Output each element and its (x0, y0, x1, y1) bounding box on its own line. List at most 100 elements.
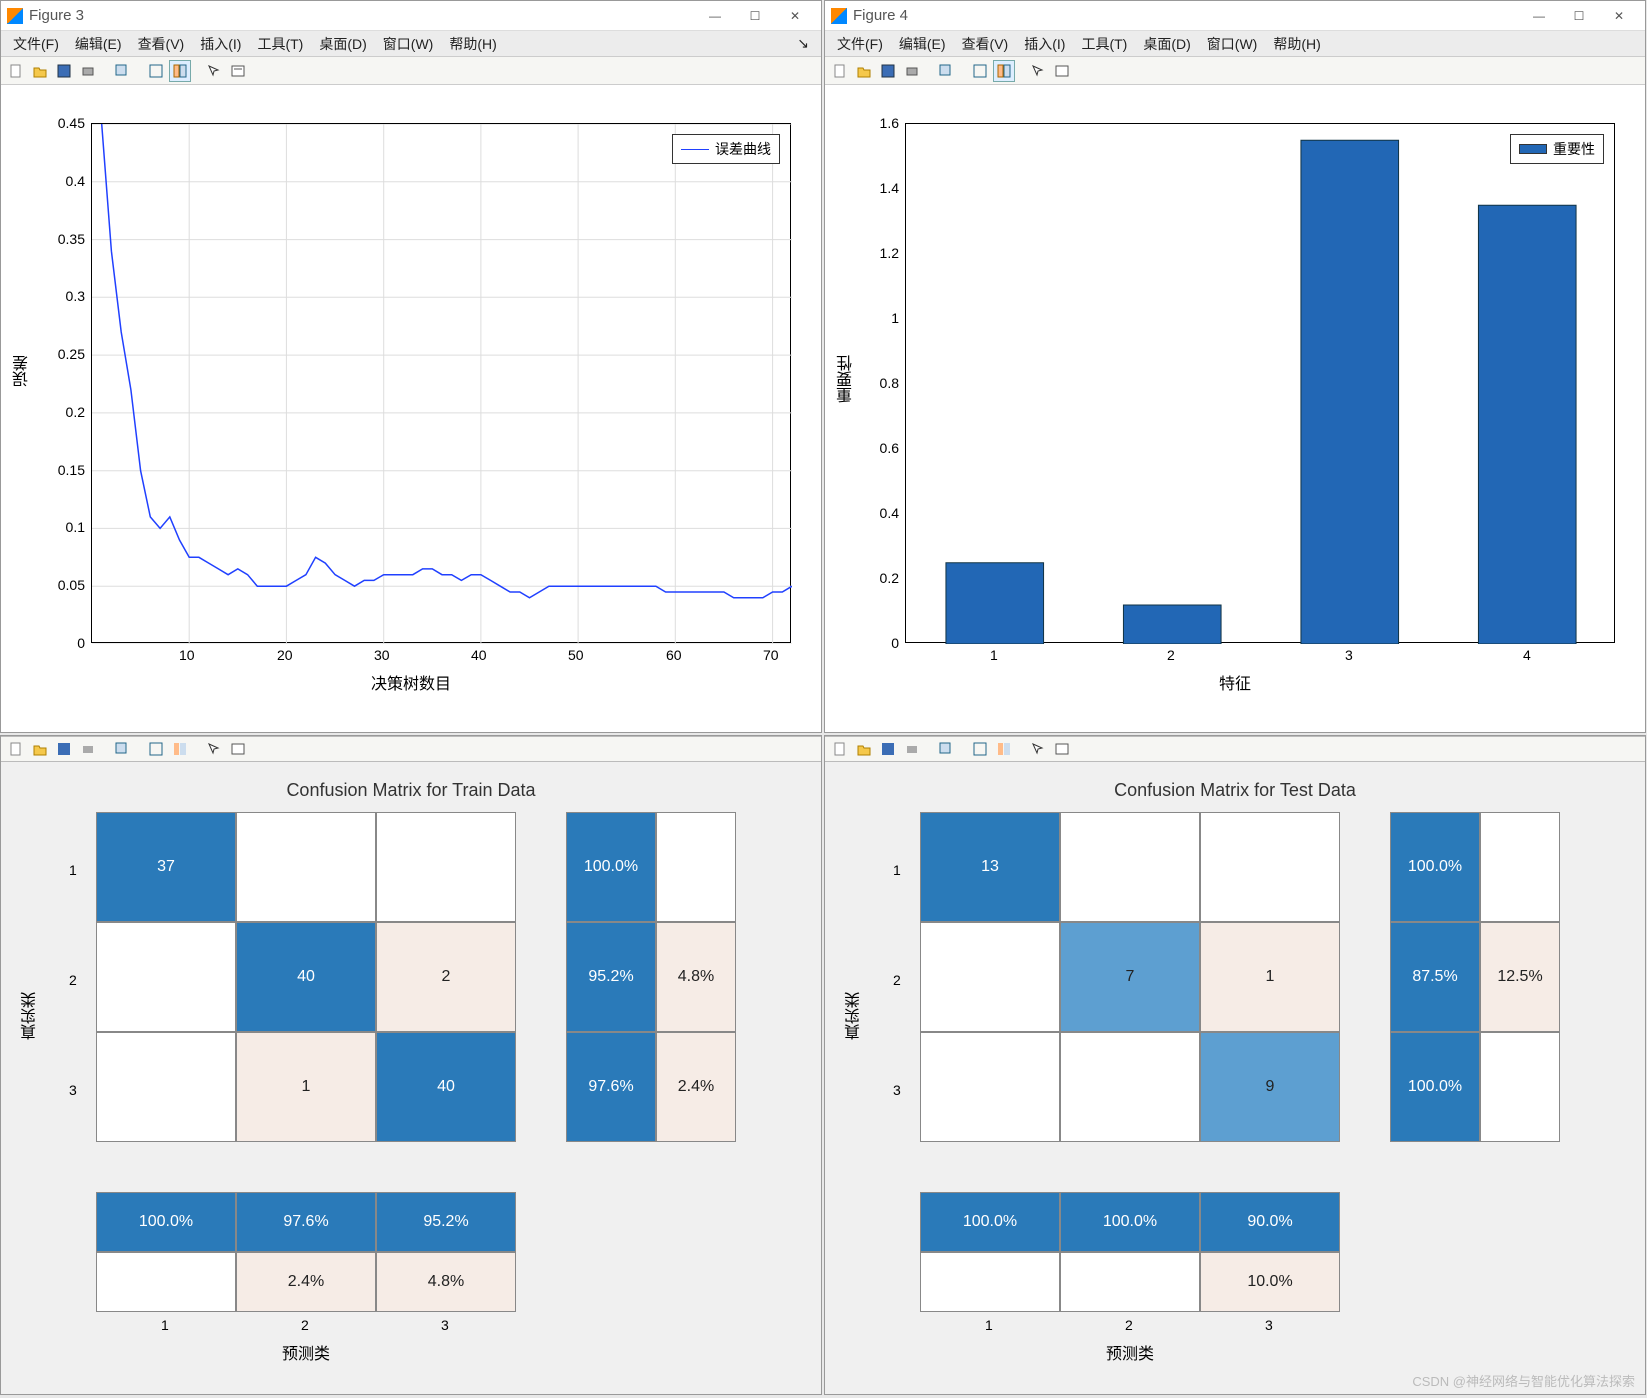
close-button[interactable]: ✕ (1599, 2, 1639, 30)
axes-error[interactable]: 误差曲线 (91, 123, 791, 643)
x-tick: 2 (1167, 647, 1175, 663)
menu-view[interactable]: 查看(V) (954, 34, 1017, 54)
pct (96, 1252, 236, 1312)
new-icon[interactable] (829, 738, 851, 760)
y-axis-label: 真实类 (19, 992, 43, 1040)
menu-insert[interactable]: 插入(I) (192, 34, 249, 54)
menu-help[interactable]: 帮助(H) (441, 34, 504, 54)
y-tick: 0 (869, 635, 899, 651)
open-icon[interactable] (29, 738, 51, 760)
inspect-icon[interactable] (227, 60, 249, 82)
minimize-button[interactable]: — (1519, 2, 1559, 30)
pct: 95.2% (376, 1192, 516, 1252)
confusion-matrix-test: 13 7 1 9 (920, 812, 1340, 1142)
y-tick: 0.8 (869, 375, 899, 391)
cm-cell: 40 (376, 1032, 516, 1142)
legend-error[interactable]: 误差曲线 (672, 134, 780, 164)
menu-file[interactable]: 文件(F) (5, 34, 67, 54)
x-tick-20: 20 (277, 647, 293, 663)
new-icon[interactable] (829, 60, 851, 82)
layout1-icon[interactable] (145, 738, 167, 760)
inspect-icon[interactable] (1051, 738, 1073, 760)
layout1-icon[interactable] (969, 738, 991, 760)
pointer-icon[interactable] (203, 738, 225, 760)
layout2-icon[interactable] (169, 60, 191, 82)
menu-tools[interactable]: 工具(T) (249, 34, 311, 54)
axes-importance[interactable]: 重要性 (905, 123, 1615, 643)
pointer-icon[interactable] (203, 60, 225, 82)
save-icon[interactable] (877, 738, 899, 760)
legend-importance[interactable]: 重要性 (1510, 134, 1604, 164)
print-icon[interactable] (901, 738, 923, 760)
pct: 95.2% (566, 922, 656, 1032)
menu-window[interactable]: 窗口(W) (375, 34, 442, 54)
print-icon[interactable] (77, 60, 99, 82)
inspect-icon[interactable] (1051, 60, 1073, 82)
print-icon[interactable] (901, 60, 923, 82)
pct (656, 812, 736, 922)
pct: 100.0% (96, 1192, 236, 1252)
close-button[interactable]: ✕ (775, 2, 815, 30)
print-icon[interactable] (77, 738, 99, 760)
layout2-icon[interactable] (993, 60, 1015, 82)
chart-title: Confusion Matrix for Test Data (825, 780, 1645, 801)
y-tick: 1.2 (869, 245, 899, 261)
cm-cell: 37 (96, 812, 236, 922)
layout2-icon[interactable] (169, 738, 191, 760)
menu-view[interactable]: 查看(V) (130, 34, 193, 54)
x-axis-label: 预测类 (96, 1340, 516, 1364)
menu-tools[interactable]: 工具(T) (1073, 34, 1135, 54)
row-percent-test: 100.0% 87.5% 12.5% 100.0% (1390, 812, 1560, 1142)
y-tick-0.2: 0.2 (51, 404, 85, 420)
copy-figure-icon[interactable] (935, 738, 957, 760)
x-tick-70: 70 (763, 647, 779, 663)
pct: 100.0% (1390, 812, 1480, 922)
layout2-icon[interactable] (993, 738, 1015, 760)
menu-desktop[interactable]: 桌面(D) (311, 34, 374, 54)
menu-file[interactable]: 文件(F) (829, 34, 891, 54)
menu-edit[interactable]: 编辑(E) (891, 34, 954, 54)
menu-window[interactable]: 窗口(W) (1199, 34, 1266, 54)
menu-edit[interactable]: 编辑(E) (67, 34, 130, 54)
layout1-icon[interactable] (969, 60, 991, 82)
y-tick: 0.6 (869, 440, 899, 456)
x-tick-40: 40 (471, 647, 487, 663)
layout1-icon[interactable] (145, 60, 167, 82)
inspect-icon[interactable] (227, 738, 249, 760)
titlebar[interactable]: Figure 3 — ☐ ✕ (1, 1, 821, 31)
pointer-icon[interactable] (1027, 60, 1049, 82)
cm-cell: 2 (376, 922, 516, 1032)
maximize-button[interactable]: ☐ (1559, 2, 1599, 30)
y-tick-0.4: 0.4 (51, 173, 85, 189)
x-tick: 3 (1345, 647, 1353, 663)
maximize-button[interactable]: ☐ (735, 2, 775, 30)
y-tick-0: 0 (51, 635, 85, 651)
save-icon[interactable] (53, 738, 75, 760)
col-label: 1 (985, 1317, 993, 1333)
new-icon[interactable] (5, 60, 27, 82)
save-icon[interactable] (877, 60, 899, 82)
col-label: 1 (161, 1317, 169, 1333)
y-axis-label: 重要性 (835, 355, 859, 403)
copy-figure-icon[interactable] (111, 738, 133, 760)
pct: 100.0% (1390, 1032, 1480, 1142)
cm-cell: 1 (236, 1032, 376, 1142)
copy-figure-icon[interactable] (935, 60, 957, 82)
y-tick-0.35: 0.35 (51, 231, 85, 247)
menu-overflow-icon[interactable]: ↘ (789, 35, 817, 52)
y-axis-label: 误差 (11, 355, 35, 387)
menu-help[interactable]: 帮助(H) (1265, 34, 1328, 54)
copy-figure-icon[interactable] (111, 60, 133, 82)
pointer-icon[interactable] (1027, 738, 1049, 760)
titlebar[interactable]: Figure 4 — ☐ ✕ (825, 1, 1645, 31)
menu-insert[interactable]: 插入(I) (1016, 34, 1073, 54)
menu-desktop[interactable]: 桌面(D) (1135, 34, 1198, 54)
new-icon[interactable] (5, 738, 27, 760)
minimize-button[interactable]: — (695, 2, 735, 30)
window-title: Figure 3 (29, 7, 695, 24)
save-icon[interactable] (53, 60, 75, 82)
open-icon[interactable] (853, 60, 875, 82)
open-icon[interactable] (853, 738, 875, 760)
open-icon[interactable] (29, 60, 51, 82)
row-label: 3 (69, 1082, 77, 1098)
